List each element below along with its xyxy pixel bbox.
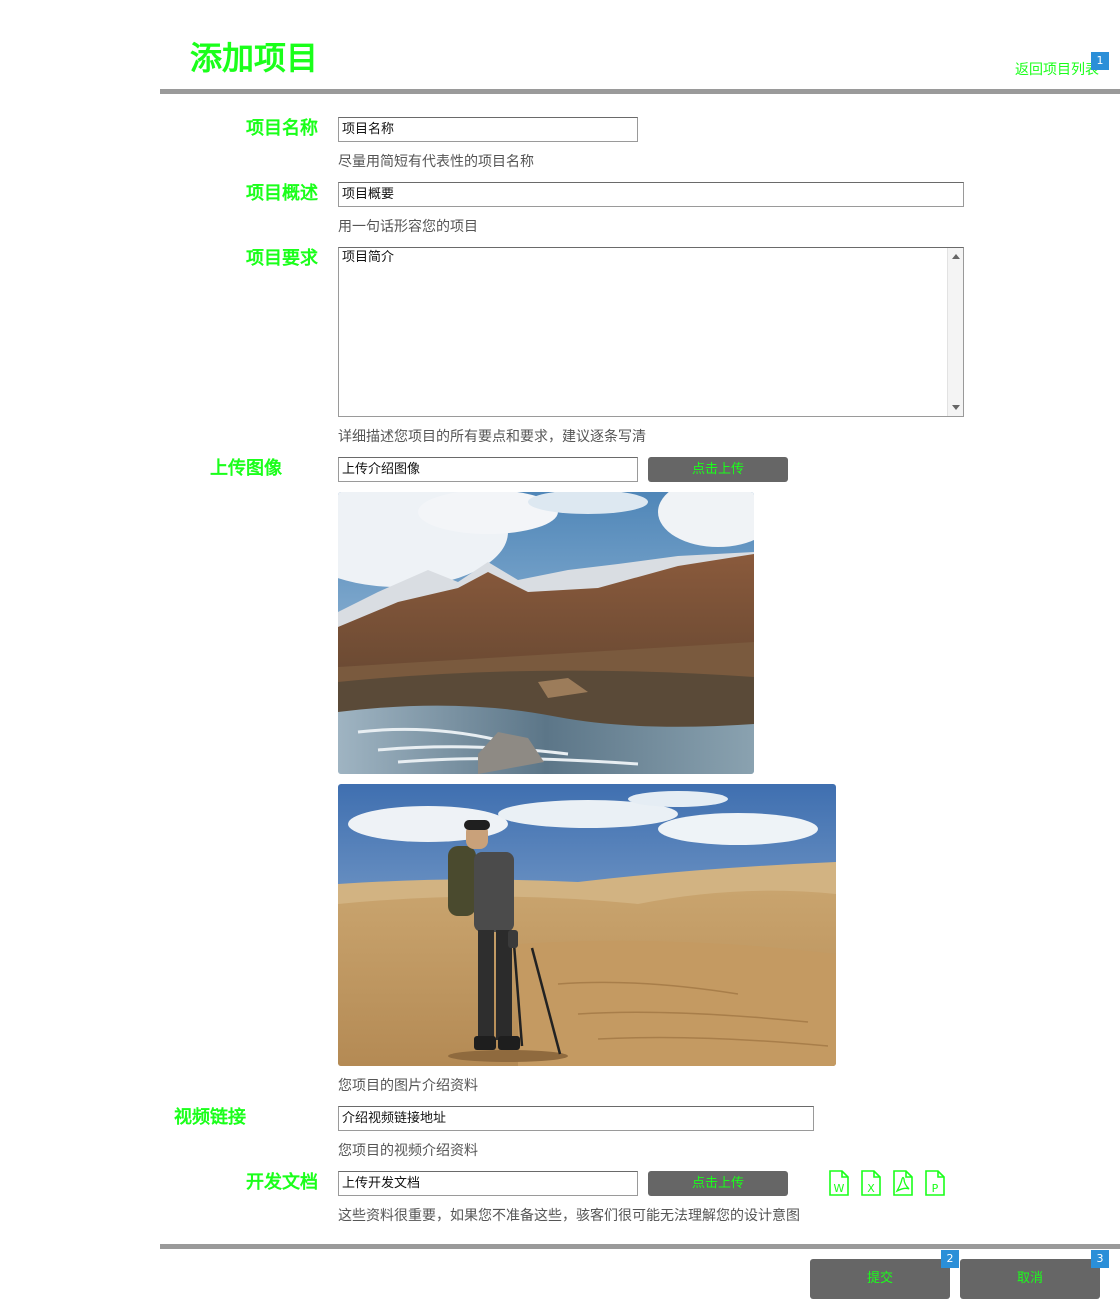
upload-image-input[interactable]: 上传介绍图像 — [338, 457, 638, 482]
word-file-letter: W — [834, 1182, 845, 1195]
upload-docs-button[interactable]: 点击上传 — [648, 1171, 788, 1196]
scroll-down-arrow-icon[interactable] — [952, 405, 960, 410]
powerpoint-file-letter: P — [932, 1182, 939, 1195]
mountain-stream-photo — [338, 492, 754, 774]
cancel-button[interactable]: 取消 — [960, 1259, 1100, 1299]
pdf-file-icon[interactable] — [892, 1170, 914, 1196]
project-name-help: 尽量用简短有代表性的项目名称 — [338, 154, 534, 170]
requirements-scrollbar[interactable] — [947, 248, 963, 416]
upload-image-label: 上传图像 — [210, 458, 282, 479]
word-file-icon[interactable]: W — [828, 1170, 850, 1196]
submit-button[interactable]: 提交 — [810, 1259, 950, 1299]
project-requirements-help: 详细描述您项目的所有要点和要求，建议逐条写清 — [338, 429, 646, 445]
cancel-badge: 3 — [1091, 1250, 1109, 1268]
powerpoint-file-icon[interactable]: P — [924, 1170, 946, 1196]
upload-image-button[interactable]: 点击上传 — [648, 457, 788, 482]
scroll-up-arrow-icon[interactable] — [952, 254, 960, 259]
project-requirements-text: 项目简介 — [342, 250, 395, 265]
header-divider — [160, 89, 1120, 94]
footer-divider — [160, 1244, 1120, 1249]
project-requirements-textarea[interactable]: 项目简介 — [338, 247, 964, 417]
project-summary-input[interactable]: 项目概要 — [338, 182, 964, 207]
back-to-list-link[interactable]: 返回项目列表 — [1015, 61, 1099, 79]
video-link-label: 视频链接 — [174, 1107, 246, 1128]
back-link-badge: 1 — [1091, 52, 1109, 70]
upload-image-help: 您项目的图片介绍资料 — [338, 1078, 478, 1094]
project-requirements-label: 项目要求 — [246, 248, 318, 269]
page-title: 添加项目 — [190, 39, 319, 77]
project-summary-help: 用一句话形容您的项目 — [338, 219, 478, 235]
project-summary-label: 项目概述 — [246, 183, 318, 204]
excel-file-letter: X — [867, 1182, 875, 1195]
submit-badge: 2 — [941, 1250, 959, 1268]
dev-docs-input[interactable]: 上传开发文档 — [338, 1171, 638, 1196]
project-name-input[interactable]: 项目名称 — [338, 117, 638, 142]
desert-hiker-photo — [338, 784, 836, 1066]
dev-docs-label: 开发文档 — [246, 1172, 318, 1193]
video-link-help: 您项目的视频介绍资料 — [338, 1143, 478, 1159]
excel-file-icon[interactable]: X — [860, 1170, 882, 1196]
dev-docs-help: 这些资料很重要，如果您不准备这些，骇客们很可能无法理解您的设计意图 — [338, 1208, 800, 1224]
project-name-label: 项目名称 — [246, 118, 318, 139]
video-link-input[interactable]: 介绍视频链接地址 — [338, 1106, 814, 1131]
